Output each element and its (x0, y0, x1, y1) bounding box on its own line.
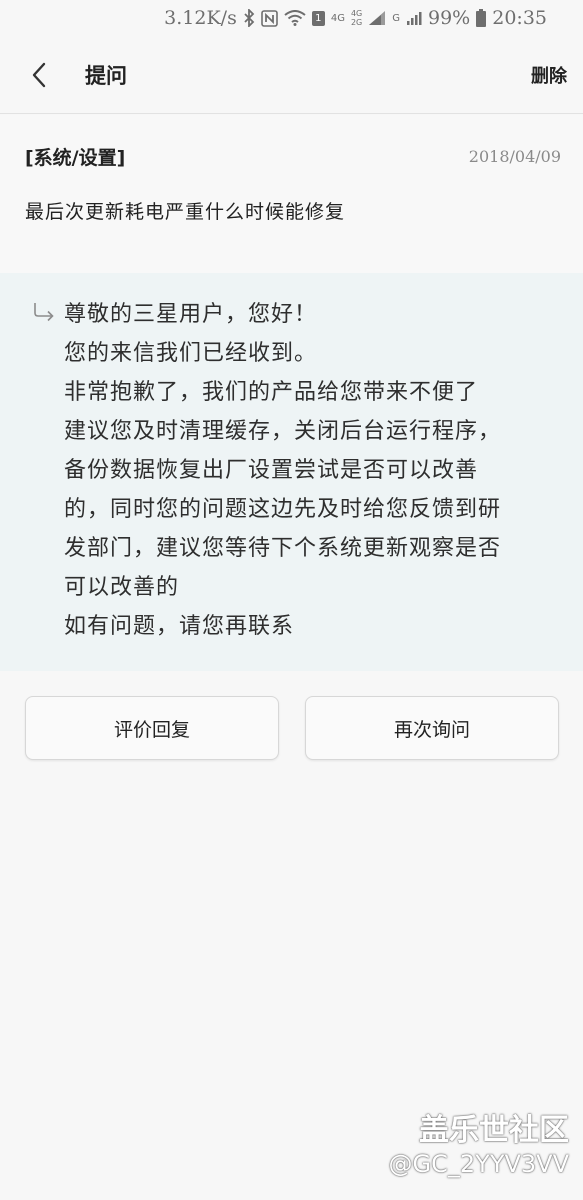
back-button[interactable] (22, 58, 56, 92)
signal-bars-icon (368, 10, 386, 26)
ask-again-button[interactable]: 再次询问 (305, 696, 559, 760)
question-category: [系统/设置] (25, 147, 126, 169)
delete-button[interactable]: 删除 (531, 62, 567, 88)
net-4g-label: 4G (330, 13, 345, 24)
app-header: 提问 删除 (0, 36, 583, 114)
reply-line: 备份数据恢复出厂设置尝试是否可以改善 (64, 458, 479, 483)
signal-icon: 4G 2G (351, 9, 362, 27)
chevron-left-icon (32, 62, 46, 88)
reply-line: 的，同时您的问题这边先及时给您反馈到研 (64, 497, 502, 522)
reply-line: 如有问题，请您再联系 (64, 614, 295, 639)
status-bar: 3.12K/s 1 4G 4G 2G G 99% 20:35 (0, 0, 583, 36)
reply-line: 发部门，建议您等待下个系统更新观察是否 (64, 536, 502, 561)
bluetooth-icon (243, 9, 255, 27)
battery-percent: 99% (428, 7, 471, 29)
reply-line: 建议您及时清理缓存，关闭后台运行程序， (64, 419, 502, 444)
reply-line: 您的来信我们已经收到。 (64, 341, 318, 366)
net-g-indicator: G (392, 12, 400, 24)
reply-arrow-icon (34, 303, 54, 322)
watermark-user: @GC_2YYV3VV (388, 1150, 569, 1178)
network-speed: 3.12K/s (164, 7, 237, 29)
reply-line: 非常抱歉了，我们的产品给您带来不便了 (64, 380, 479, 405)
net-4g-top-label: 4G (350, 9, 363, 18)
rate-reply-button[interactable]: 评价回复 (25, 696, 279, 760)
question-text: 最后次更新耗电严重什么时候能修复 (25, 201, 346, 223)
reply-line: 尊敬的三星用户，您好！ (64, 302, 318, 327)
battery-icon (476, 9, 487, 27)
clock: 20:35 (492, 7, 547, 29)
question-date: 2018/04/09 (468, 147, 561, 166)
reply-text: 尊敬的三星用户，您好！ 您的来信我们已经收到。 非常抱歉了，我们的产品给您带来不… (64, 295, 564, 646)
app-screen: 3.12K/s 1 4G 4G 2G G 99% 20:35 提问 删除 [系统… (0, 0, 583, 1200)
net-2g-bottom-label: 2G (350, 18, 363, 27)
reply-line: 可以改善的 (64, 575, 180, 600)
watermark-site: 盖乐世社区 (419, 1113, 569, 1148)
signal-4g-indicator: 4G (331, 12, 345, 24)
question-card: [系统/设置] 2018/04/09 最后次更新耗电严重什么时候能修复 (0, 115, 583, 273)
wifi-icon (284, 10, 306, 26)
sim1-badge: 1 (311, 10, 325, 26)
net-g-label: G (392, 13, 400, 24)
signal-bars-2-icon (406, 10, 422, 26)
page-title: 提问 (85, 64, 127, 88)
reply-card: 尊敬的三星用户，您好！ 您的来信我们已经收到。 非常抱歉了，我们的产品给您带来不… (0, 273, 583, 671)
nfc-icon (261, 9, 278, 27)
